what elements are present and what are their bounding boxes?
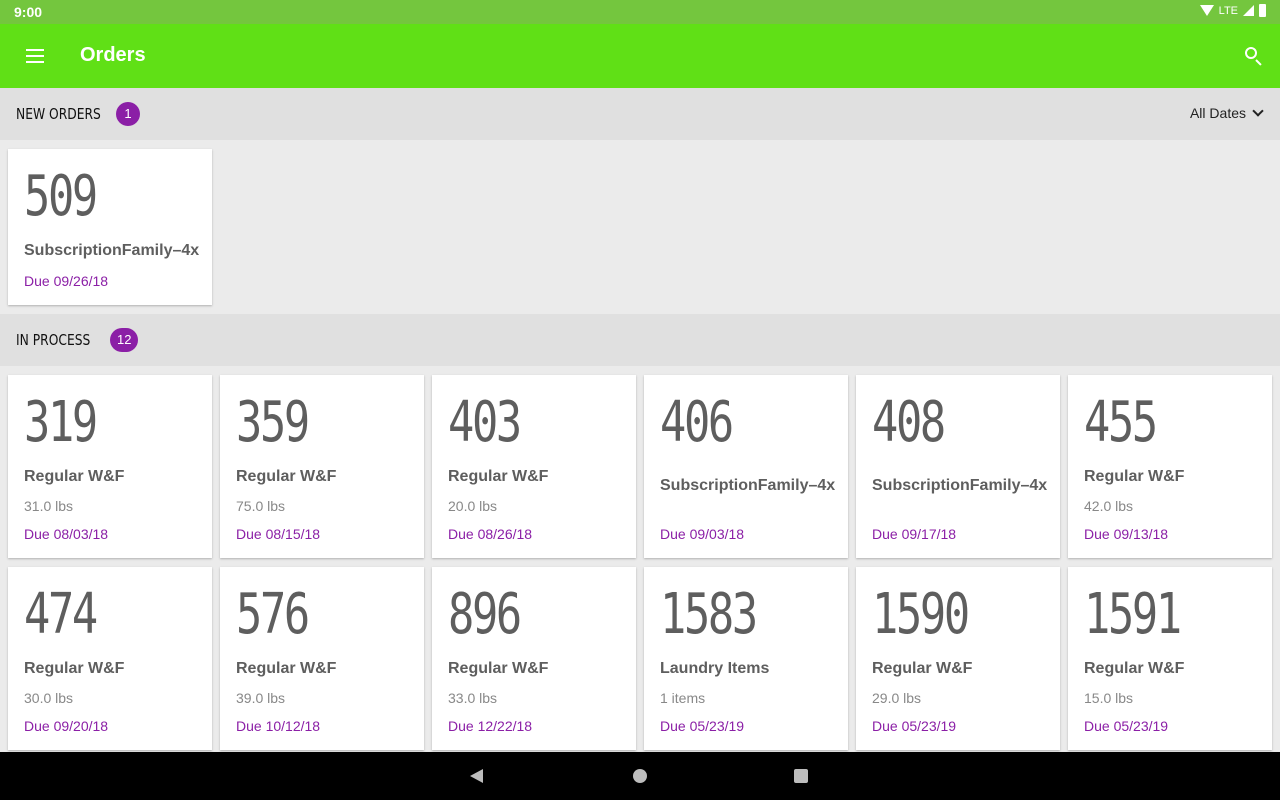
order-due-date: Due 09/17/18 — [872, 526, 957, 542]
back-icon[interactable] — [470, 769, 483, 783]
order-card-319[interactable]: 319 Regular W&F 31.0 lbs Due 08/03/18 — [8, 375, 212, 558]
order-card-408[interactable]: 408 SubscriptionFamily–4x Due 09/17/18 — [856, 375, 1060, 558]
order-card-509[interactable]: 509 SubscriptionFamily–4x Due 09/26/18 — [8, 149, 212, 305]
app-bar: Orders — [0, 24, 1280, 88]
order-number: 455 — [1084, 390, 1158, 455]
order-number: 896 — [448, 582, 522, 647]
order-due-date: Due 05/23/19 — [1084, 718, 1169, 734]
order-number: 1591 — [1084, 582, 1182, 647]
order-due-date: Due 08/03/18 — [24, 526, 109, 542]
order-number: 474 — [24, 582, 98, 647]
menu-icon[interactable] — [20, 44, 52, 68]
new-orders-header: NEW ORDERS 1 All Dates — [0, 88, 1280, 140]
network-type: LTE — [1218, 4, 1238, 17]
order-card-1590[interactable]: 1590 Regular W&F 29.0 lbs Due 05/23/19 — [856, 567, 1060, 750]
in-process-header: IN PROCESS 12 — [0, 314, 1280, 366]
order-due-date: Due 05/23/19 — [872, 718, 957, 734]
in-process-count-badge: 12 — [110, 328, 139, 352]
order-card-896[interactable]: 896 Regular W&F 33.0 lbs Due 12/22/18 — [432, 567, 636, 750]
order-due-date: Due 09/03/18 — [660, 526, 745, 542]
wifi-icon — [1199, 5, 1214, 16]
order-due-date: Due 09/20/18 — [24, 718, 109, 734]
order-number: 1583 — [660, 582, 758, 647]
order-number: 576 — [236, 582, 310, 647]
order-due-date: Due 09/13/18 — [1084, 526, 1169, 542]
order-service: Regular W&F — [1084, 468, 1185, 485]
status-bar: 9:00 LTE — [0, 0, 1280, 24]
battery-icon — [1259, 4, 1266, 17]
date-filter-label: All Dates — [1189, 105, 1246, 121]
order-service: Regular W&F — [24, 468, 125, 485]
order-number: 509 — [24, 164, 98, 229]
signal-icon — [1243, 5, 1254, 16]
order-card-455[interactable]: 455 Regular W&F 42.0 lbs Due 09/13/18 — [1068, 375, 1272, 558]
order-number: 319 — [24, 390, 98, 455]
order-service: Regular W&F — [872, 660, 973, 677]
date-filter-dropdown[interactable]: All Dates — [1189, 105, 1264, 121]
order-weight: 31.0 lbs — [24, 498, 74, 514]
order-service: Regular W&F — [236, 468, 337, 485]
order-number: 359 — [236, 390, 310, 455]
order-due-date: Due 08/26/18 — [448, 526, 533, 542]
order-number: 406 — [660, 390, 734, 455]
order-weight: 30.0 lbs — [24, 690, 74, 706]
order-service: SubscriptionFamily–4x — [872, 477, 1048, 494]
order-weight: 33.0 lbs — [448, 690, 498, 706]
status-icons: LTE — [1199, 4, 1266, 17]
order-card-474[interactable]: 474 Regular W&F 30.0 lbs Due 09/20/18 — [8, 567, 212, 750]
order-due-date: Due 10/12/18 — [236, 718, 321, 734]
home-icon[interactable] — [633, 769, 647, 783]
new-orders-count-badge: 1 — [116, 102, 140, 126]
status-time: 9:00 — [14, 4, 43, 20]
order-service: Regular W&F — [448, 660, 549, 677]
order-service: SubscriptionFamily–4x — [660, 477, 836, 494]
order-due-date: Due 08/15/18 — [236, 526, 321, 542]
chevron-down-icon — [1252, 105, 1264, 117]
order-service: Regular W&F — [448, 468, 549, 485]
recents-icon[interactable] — [794, 769, 808, 783]
order-service: Laundry Items — [660, 660, 770, 677]
order-weight: 20.0 lbs — [448, 498, 498, 514]
order-card-403[interactable]: 403 Regular W&F 20.0 lbs Due 08/26/18 — [432, 375, 636, 558]
order-weight: 42.0 lbs — [1084, 498, 1134, 514]
order-weight: 29.0 lbs — [872, 690, 922, 706]
order-weight: 39.0 lbs — [236, 690, 286, 706]
order-number: 403 — [448, 390, 522, 455]
new-orders-title: NEW ORDERS — [16, 105, 101, 123]
order-card-359[interactable]: 359 Regular W&F 75.0 lbs Due 08/15/18 — [220, 375, 424, 558]
order-number: 1590 — [872, 582, 970, 647]
order-card-1583[interactable]: 1583 Laundry Items 1 items Due 05/23/19 — [644, 567, 848, 750]
in-process-title: IN PROCESS — [16, 331, 91, 349]
order-service: Regular W&F — [236, 660, 337, 677]
system-nav-bar — [0, 752, 1280, 800]
order-number: 408 — [872, 390, 946, 455]
search-icon[interactable] — [1242, 44, 1266, 68]
page-title: Orders — [80, 44, 146, 66]
order-service: Regular W&F — [1084, 660, 1185, 677]
order-due-date: Due 09/26/18 — [24, 273, 109, 289]
order-service: Regular W&F — [24, 660, 125, 677]
order-card-576[interactable]: 576 Regular W&F 39.0 lbs Due 10/12/18 — [220, 567, 424, 750]
order-weight: 1 items — [660, 690, 706, 706]
order-card-406[interactable]: 406 SubscriptionFamily–4x Due 09/03/18 — [644, 375, 848, 558]
order-weight: 15.0 lbs — [1084, 690, 1134, 706]
order-due-date: Due 12/22/18 — [448, 718, 533, 734]
order-card-1591[interactable]: 1591 Regular W&F 15.0 lbs Due 05/23/19 — [1068, 567, 1272, 750]
order-due-date: Due 05/23/19 — [660, 718, 745, 734]
order-weight: 75.0 lbs — [236, 498, 286, 514]
order-service: SubscriptionFamily–4x — [24, 242, 200, 259]
